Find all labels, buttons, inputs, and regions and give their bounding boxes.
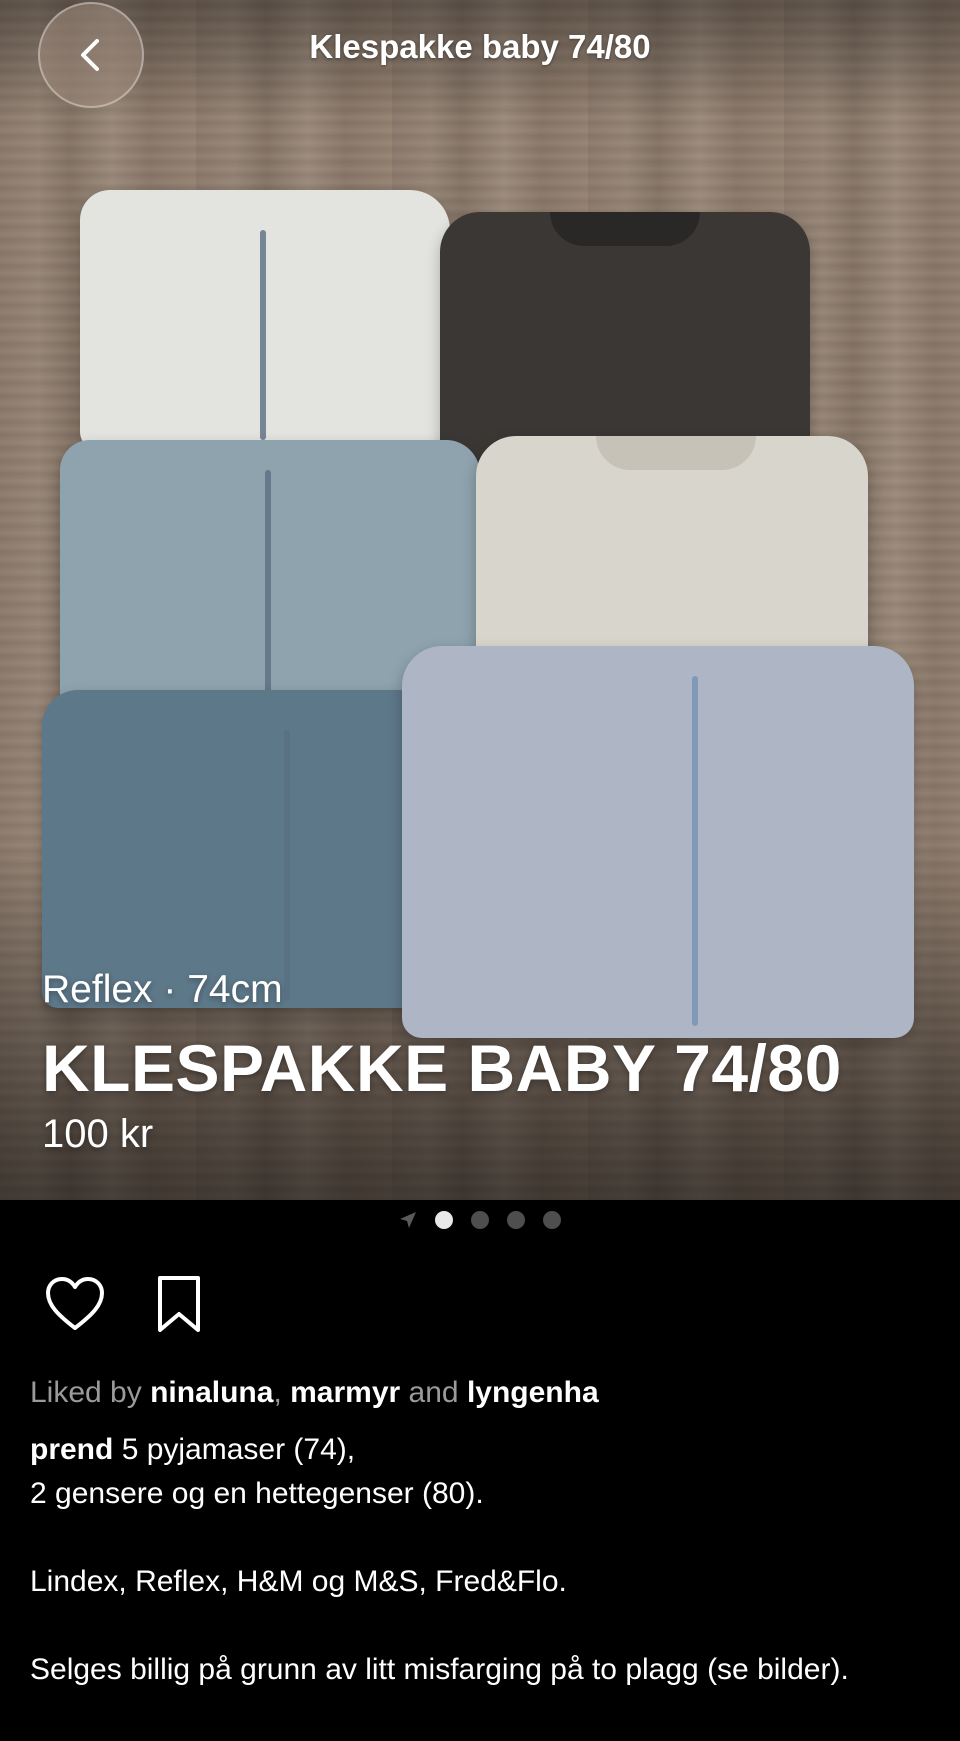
photo-pager[interactable] (0, 1208, 960, 1232)
listing-brand-size: Reflex · 74cm (42, 968, 283, 1012)
pager-dot[interactable] (507, 1211, 525, 1229)
garment-hoodie (402, 646, 914, 1038)
liked-by-text: Liked by ninaluna, marmyr and lyngenha (30, 1376, 599, 1410)
garment-star-sweater (476, 436, 868, 666)
garment-mushroom-pyjamas (80, 190, 450, 450)
garment-blue-pyjamas (42, 690, 452, 1008)
description-line: Selges billig på grunn av litt misfargin… (30, 1653, 849, 1686)
page-title: Klespakke baby 74/80 (309, 28, 651, 65)
listing-name: KLESPAKKE BABY 74/80 (42, 1031, 842, 1105)
location-arrow-icon (400, 1212, 416, 1228)
bookmark-icon[interactable] (154, 1274, 204, 1334)
listing-photo[interactable]: Klespakke baby 74/80 Reflex · 74cm KLESP… (0, 0, 960, 1200)
action-bar (44, 1274, 204, 1334)
pager-dot[interactable] (435, 1211, 453, 1229)
listing-brand: Reflex (42, 968, 153, 1011)
seller-username[interactable]: prend (30, 1433, 113, 1466)
liker-name[interactable]: lyngenha (467, 1376, 599, 1409)
liked-by-conjunction: and (408, 1376, 459, 1409)
liker-separator: , (273, 1376, 282, 1409)
liker-name[interactable]: marmyr (290, 1376, 400, 1409)
liker-name[interactable]: ninaluna (150, 1376, 273, 1409)
heart-icon[interactable] (44, 1275, 106, 1333)
pager-dot[interactable] (471, 1211, 489, 1229)
separator-dot: · (163, 968, 177, 1011)
listing-size: 74cm (187, 968, 283, 1011)
liked-by-prefix: Liked by (30, 1376, 142, 1409)
listing-description: prend 5 pyjamaser (74), 2 gensere og en … (30, 1428, 930, 1692)
listing-price: 100 kr (42, 1112, 154, 1156)
description-line: 5 pyjamaser (74), (121, 1433, 356, 1466)
pager-dot[interactable] (543, 1211, 561, 1229)
description-line: Lindex, Reflex, H&M og M&S, Fred&Flo. (30, 1565, 567, 1598)
description-line: 2 gensere og en hettegenser (80). (30, 1477, 484, 1510)
